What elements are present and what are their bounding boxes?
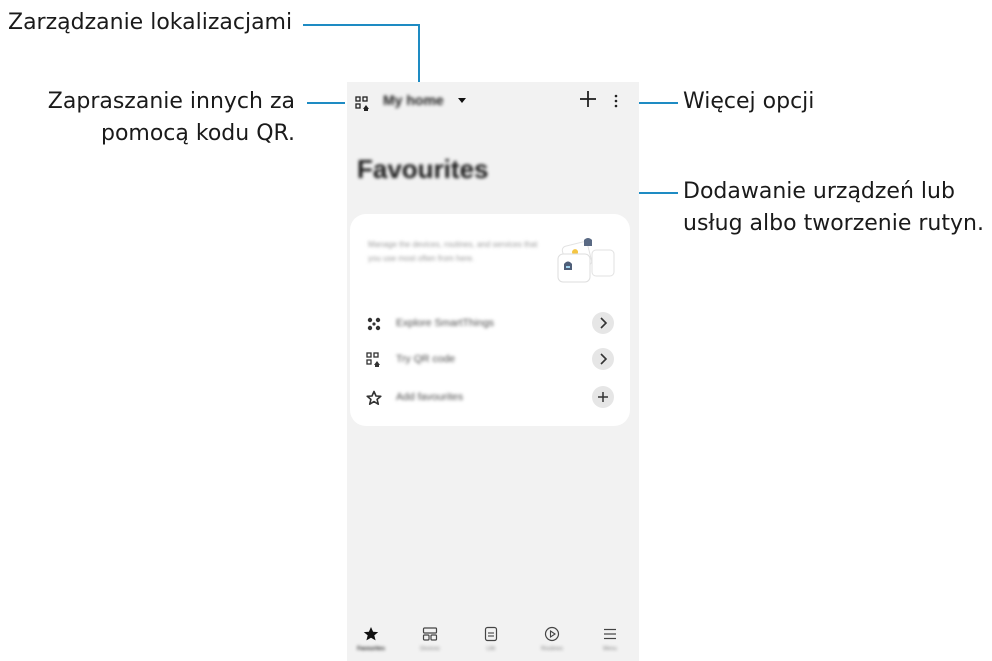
- list-item-label: Add favourites: [396, 391, 464, 403]
- page-title: Favourites: [357, 154, 489, 184]
- list-item-explore-smartthings[interactable]: Explore SmartThings: [350, 310, 630, 338]
- card-description: Manage the devices, routines, and servic…: [368, 240, 538, 263]
- devices-grid-icon: [422, 627, 438, 641]
- list-item-add-favourites[interactable]: Add favourites: [350, 384, 630, 412]
- life-icon: [484, 626, 498, 642]
- tab-favourites[interactable]: Favourites: [351, 624, 391, 660]
- callout-more-options: Więcej opcji: [683, 89, 815, 114]
- tab-menu[interactable]: Menu: [590, 624, 630, 660]
- leader-line-manage-locations-h: [303, 24, 420, 26]
- callout-add-devices-line1: Dodawanie urządzeń lub: [683, 179, 955, 204]
- chevron-right-icon: [600, 353, 608, 365]
- list-item-label: Try QR code: [396, 353, 456, 365]
- tab-label: Devices: [420, 646, 440, 652]
- star-icon: [363, 627, 379, 641]
- phone-screen: My home Favourites Manage the devices, r…: [347, 82, 639, 661]
- smartthings-icon: [366, 316, 382, 332]
- star-outline-icon: [366, 390, 382, 406]
- callout-invite-qr-line2: pomocą kodu QR.: [100, 121, 295, 146]
- bottom-navigation: Favourites Devices Life Routines Menu: [347, 620, 639, 661]
- tab-label: Menu: [603, 646, 617, 652]
- tab-label: Favourites: [357, 646, 385, 652]
- plus-icon[interactable]: [577, 88, 599, 110]
- menu-icon: [604, 628, 616, 640]
- chevron-right-icon: [600, 317, 608, 329]
- callout-add-devices-line2: usług albo tworzenie rutyn.: [683, 211, 984, 236]
- leader-line-invite-qr: [307, 102, 345, 104]
- caret-down-icon[interactable]: [458, 98, 466, 103]
- tab-label: Routines: [541, 646, 563, 652]
- list-item-try-qr-code[interactable]: Try QR code: [350, 346, 630, 374]
- chevron-right-button[interactable]: [592, 348, 614, 370]
- tab-devices[interactable]: Devices: [410, 624, 450, 660]
- list-item-label: Explore SmartThings: [396, 317, 495, 329]
- more-vertical-icon[interactable]: [611, 90, 621, 110]
- devices-illustration-icon: [556, 232, 618, 288]
- qr-invite-icon[interactable]: [355, 96, 371, 112]
- play-circle-icon: [544, 626, 560, 642]
- qr-code-icon: [366, 352, 382, 368]
- plus-icon: [598, 392, 608, 402]
- tab-label: Life: [486, 646, 496, 652]
- chevron-right-button[interactable]: [592, 312, 614, 334]
- callout-invite-qr-line1: Zapraszanie innych za: [47, 89, 295, 114]
- location-name[interactable]: My home: [383, 92, 444, 108]
- tab-life[interactable]: Life: [471, 624, 511, 660]
- tab-routines[interactable]: Routines: [532, 624, 572, 660]
- favourites-card: Manage the devices, routines, and servic…: [350, 214, 630, 426]
- add-button[interactable]: [592, 386, 614, 408]
- callout-manage-locations: Zarządzanie lokalizacjami: [8, 10, 293, 35]
